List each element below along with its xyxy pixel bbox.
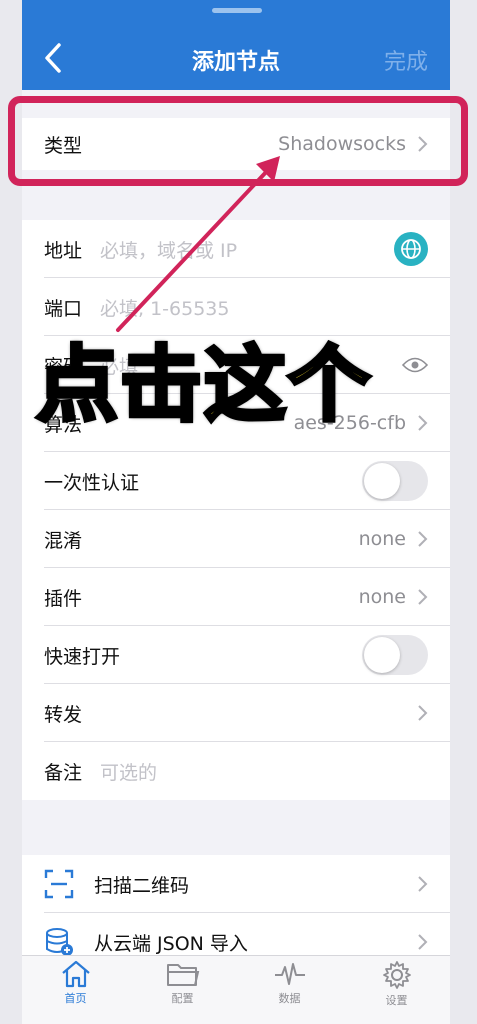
annotation-arrow <box>116 156 280 332</box>
overlay-callout-text: 点击这个 <box>34 336 373 435</box>
